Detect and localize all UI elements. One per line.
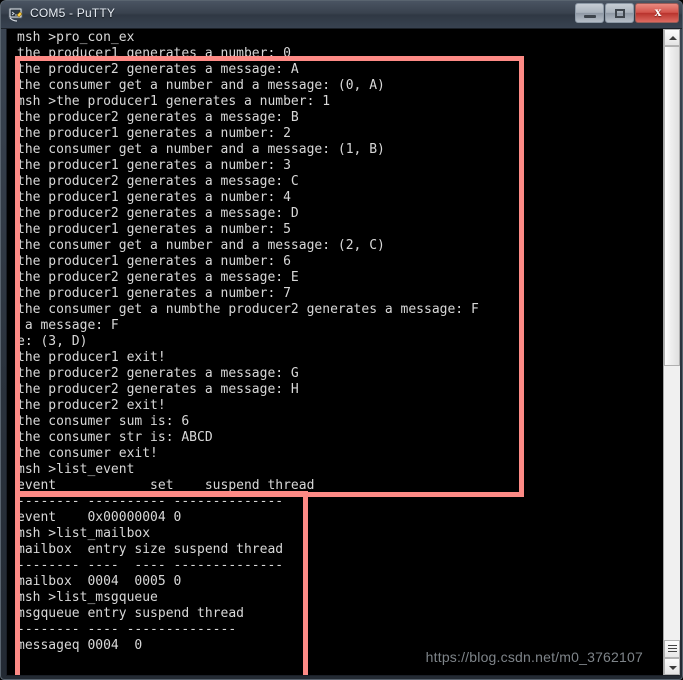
terminal-line: -------- ---- -------------- xyxy=(17,622,237,637)
resize-grip-button[interactable] xyxy=(664,640,680,658)
terminal-line: the producer1 generates a number: 4 xyxy=(17,190,291,205)
terminal-line: event set suspend thread xyxy=(17,478,315,493)
terminal-line: the consumer get a number and a message:… xyxy=(17,78,385,93)
terminal-line: the producer1 generates a number: 0 xyxy=(17,46,291,61)
terminal-line: the producer2 generates a message: D xyxy=(17,206,299,221)
terminal-line: msh >list_msgqueue xyxy=(17,590,158,605)
scroll-up-button[interactable] xyxy=(664,29,680,46)
terminal-line: mailbox entry size suspend thread xyxy=(17,542,284,557)
resize-grip-icon xyxy=(668,645,677,654)
terminal-line: the consumer exit! xyxy=(17,446,158,461)
terminal-line: the consumer get a numbthe producer2 gen… xyxy=(17,302,479,317)
terminal-line: mailbox 0004 0005 0 xyxy=(17,574,182,589)
minimize-button[interactable] xyxy=(575,3,604,23)
terminal-line: msh >pro_con_ex xyxy=(17,30,135,45)
watermark-text: https://blog.csdn.net/m0_3762107 xyxy=(425,649,643,665)
terminal-line: the producer1 generates a number: 2 xyxy=(17,126,291,141)
terminal-line: the consumer get a number and a message:… xyxy=(17,142,385,157)
window-title: COM5 - PuTTY xyxy=(30,6,116,20)
close-icon: x xyxy=(654,5,662,20)
terminal-line: the producer2 generates a message: G xyxy=(17,366,299,381)
terminal-line: the consumer sum is: 6 xyxy=(17,414,190,429)
terminal-screen[interactable]: msh >pro_con_ex the producer1 generates a… xyxy=(7,29,663,675)
terminal-line: e: (3, D) xyxy=(17,334,88,349)
terminal-line: msh >the producer1 generates a number: 1 xyxy=(17,94,331,109)
terminal-line: the producer1 generates a number: 6 xyxy=(17,254,291,269)
terminal-line: the producer1 generates a number: 7 xyxy=(17,286,291,301)
terminal-line: messageq 0004 0 xyxy=(17,638,143,653)
terminal-line: the producer2 generates a message: E xyxy=(17,270,299,285)
terminal-line: the consumer get a number and a message:… xyxy=(17,238,385,253)
scrollbar-thumb[interactable] xyxy=(664,46,680,366)
maximize-button[interactable] xyxy=(605,3,634,23)
terminal-client-area: msh >pro_con_ex the producer1 generates a… xyxy=(6,28,680,676)
minimize-icon xyxy=(584,15,596,18)
terminal-line: the consumer str is: ABCD xyxy=(17,430,213,445)
scroll-up-arrow-icon xyxy=(669,36,677,40)
vertical-scrollbar[interactable] xyxy=(663,29,680,675)
terminal-line: the producer1 generates a number: 5 xyxy=(17,222,291,237)
terminal-line: the producer1 exit! xyxy=(17,350,166,365)
terminal-line: the producer2 generates a message: H xyxy=(17,382,299,397)
terminal-line: the producer2 exit! xyxy=(17,398,166,413)
terminal-line: the producer2 generates a message: A xyxy=(17,62,299,77)
title-bar[interactable]: COM5 - PuTTY x xyxy=(1,1,682,29)
terminal-line: the producer1 generates a number: 3 xyxy=(17,158,291,173)
scroll-down-button[interactable] xyxy=(664,658,680,675)
terminal-line: -------- ---------- -------------- xyxy=(17,494,284,509)
terminal-line: a message: F xyxy=(17,318,119,333)
terminal-line: msgqueue entry suspend thread xyxy=(17,606,244,621)
terminal-line: msh >list_event xyxy=(17,462,135,477)
putty-terminal-icon xyxy=(8,6,25,23)
close-button[interactable]: x xyxy=(635,3,679,23)
scroll-down-arrow-icon xyxy=(669,666,677,670)
terminal-line: the producer2 generates a message: B xyxy=(17,110,299,125)
putty-window: COM5 - PuTTY x msh >pro_con_ex the produc… xyxy=(0,0,683,680)
terminal-output: msh >pro_con_ex the producer1 generates a… xyxy=(17,30,479,654)
terminal-line: -------- ---- ---- -------------- xyxy=(17,558,284,573)
terminal-line: the producer2 generates a message: C xyxy=(17,174,299,189)
terminal-line: event 0x00000004 0 xyxy=(17,510,182,525)
terminal-line: msh >list_mailbox xyxy=(17,526,151,541)
maximize-icon xyxy=(615,9,625,18)
